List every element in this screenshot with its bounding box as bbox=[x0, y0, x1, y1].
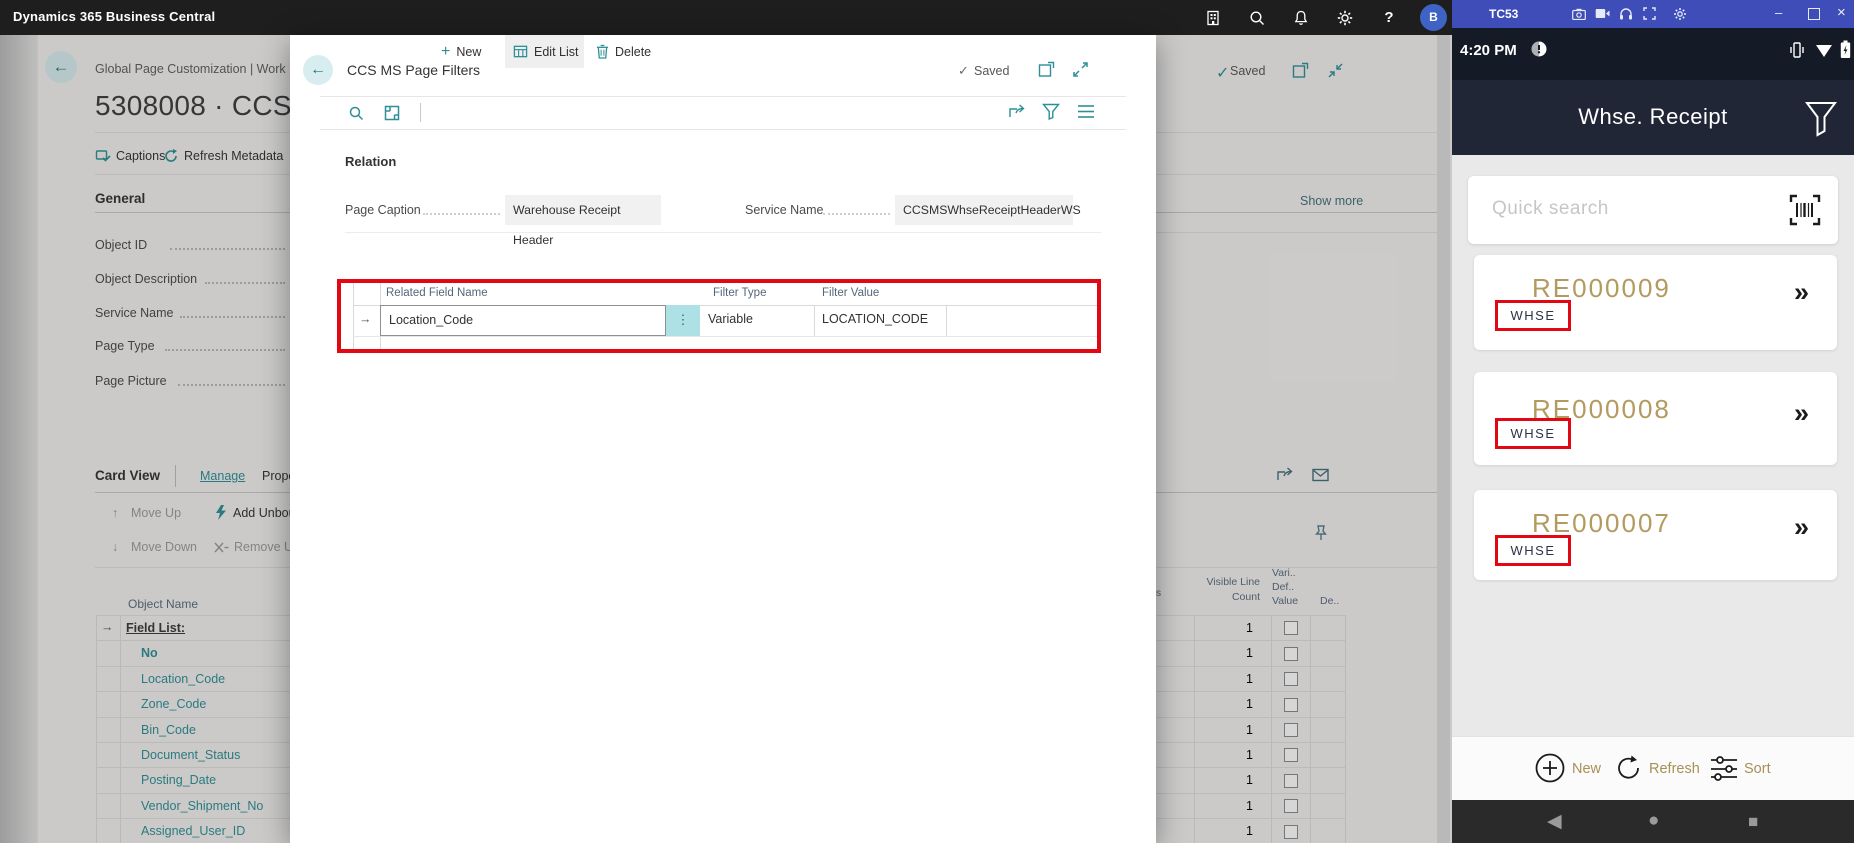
toolbar-analyze-icon[interactable] bbox=[384, 96, 400, 129]
delete-button[interactable]: Delete bbox=[596, 35, 651, 68]
battery-icon bbox=[1840, 40, 1851, 59]
filter-type-cell[interactable]: Variable bbox=[708, 312, 753, 326]
quick-search-box[interactable]: Quick search bbox=[1468, 176, 1838, 244]
modal-back-button[interactable]: ← bbox=[303, 55, 333, 85]
service-name-label: Service Name bbox=[745, 203, 824, 217]
screenshot-camera-icon[interactable] bbox=[1572, 8, 1586, 20]
data-saver-icon bbox=[1530, 40, 1548, 58]
trash-icon bbox=[596, 44, 609, 59]
column-header-related-field-name[interactable]: Related Field Name bbox=[386, 287, 488, 299]
filter-funnel-icon[interactable] bbox=[1042, 103, 1060, 121]
plus-icon: + bbox=[441, 44, 450, 60]
current-row-arrow: → bbox=[359, 312, 372, 326]
device-status-bar: 4:20 PM 6 bbox=[1452, 28, 1854, 80]
search-placeholder: Quick search bbox=[1492, 198, 1609, 220]
expand-icon[interactable] bbox=[1072, 61, 1090, 79]
relation-section-heading[interactable]: Relation bbox=[345, 154, 396, 169]
toolbar-search-icon[interactable] bbox=[348, 96, 364, 129]
saved-indicator: Saved bbox=[974, 64, 1009, 78]
toolbar-share-icon[interactable] bbox=[1008, 104, 1026, 121]
saved-check-icon: ✓ bbox=[958, 63, 969, 79]
vibrate-icon bbox=[1790, 41, 1804, 59]
nav-recents-icon[interactable]: ■ bbox=[1748, 812, 1758, 832]
open-in-window-icon[interactable] bbox=[1038, 61, 1056, 79]
related-field-name-input[interactable]: Location_Code bbox=[380, 305, 666, 336]
edit-list-icon bbox=[513, 44, 528, 59]
location-tag: WHSE bbox=[1511, 543, 1556, 558]
nav-back-icon[interactable]: ◀ bbox=[1547, 810, 1562, 833]
filter-value-cell[interactable]: LOCATION_CODE bbox=[822, 312, 928, 326]
device-settings-gear-icon[interactable] bbox=[1673, 7, 1687, 21]
app-title: Dynamics 365 Business Central bbox=[13, 9, 215, 24]
column-header-filter-value[interactable]: Filter Value bbox=[822, 287, 879, 299]
annotation-red-box-whse: WHSE bbox=[1495, 418, 1571, 449]
sort-sliders-icon[interactable] bbox=[1710, 755, 1738, 781]
app-bottom-toolbar: New Refresh Sort bbox=[1452, 736, 1854, 801]
app-header: Whse. Receipt bbox=[1452, 80, 1854, 155]
help-icon[interactable]: ? bbox=[1380, 9, 1398, 27]
annotation-red-box-whse: WHSE bbox=[1495, 300, 1571, 331]
wifi-icon: 6 bbox=[1814, 41, 1834, 58]
edit-list-button[interactable]: Edit List bbox=[505, 35, 584, 68]
page-caption-label: Page Caption bbox=[345, 203, 421, 217]
page-filters-modal: ← CCS MS Page Filters ✓ Saved + New Edit… bbox=[290, 35, 1156, 843]
device-mirror-window: TC53 – × 4:20 PM bbox=[1452, 0, 1854, 843]
new-circle-plus-icon[interactable] bbox=[1535, 753, 1565, 783]
receipt-card[interactable]: RE000008 WHSE » bbox=[1474, 372, 1837, 465]
device-window-title: TC53 bbox=[1489, 7, 1518, 21]
nav-home-icon[interactable]: ● bbox=[1648, 810, 1659, 832]
page-caption-value[interactable]: Warehouse Receipt Header bbox=[505, 195, 661, 225]
open-chevron-icon[interactable]: » bbox=[1794, 512, 1809, 543]
refresh-button[interactable]: Refresh bbox=[1649, 761, 1700, 777]
device-window-titlebar: TC53 – × bbox=[1452, 0, 1854, 28]
search-icon[interactable] bbox=[1248, 9, 1266, 27]
sort-button[interactable]: Sort bbox=[1744, 761, 1771, 777]
list-options-icon[interactable] bbox=[1077, 103, 1095, 121]
annotation-red-box-whse: WHSE bbox=[1495, 535, 1571, 566]
avatar[interactable]: B bbox=[1420, 4, 1447, 31]
refresh-icon[interactable] bbox=[1615, 754, 1643, 782]
wifi-level: 6 bbox=[1832, 49, 1836, 58]
barcode-scan-icon[interactable] bbox=[1788, 193, 1822, 227]
fullscreen-icon[interactable] bbox=[1643, 7, 1656, 20]
new-button[interactable]: + New bbox=[441, 35, 481, 68]
window-close-icon[interactable]: × bbox=[1837, 4, 1846, 21]
column-header-filter-type[interactable]: Filter Type bbox=[713, 287, 766, 299]
audio-headset-icon[interactable] bbox=[1619, 7, 1633, 20]
open-chevron-icon[interactable]: » bbox=[1794, 277, 1809, 308]
settings-gear-icon[interactable] bbox=[1336, 9, 1354, 27]
receipt-card[interactable]: RE000007 WHSE » bbox=[1474, 490, 1837, 580]
app-filter-funnel-icon[interactable] bbox=[1804, 100, 1838, 138]
environment-icon[interactable] bbox=[1204, 9, 1222, 27]
assist-edit-button[interactable]: ⋮ bbox=[666, 305, 700, 336]
app-header-title: Whse. Receipt bbox=[1452, 104, 1854, 130]
new-button[interactable]: New bbox=[1572, 761, 1601, 777]
screenshot-root: Dynamics 365 Business Central ? B ← Glob… bbox=[0, 0, 1854, 843]
notifications-bell-icon[interactable] bbox=[1292, 9, 1310, 27]
open-chevron-icon[interactable]: » bbox=[1794, 398, 1809, 429]
screen-record-icon[interactable] bbox=[1595, 8, 1610, 19]
window-minimize-icon[interactable]: – bbox=[1775, 5, 1782, 20]
location-tag: WHSE bbox=[1511, 426, 1556, 441]
receipt-card[interactable]: RE000009 WHSE » bbox=[1474, 255, 1837, 350]
android-nav-bar: ◀ ● ■ bbox=[1452, 800, 1854, 843]
status-time: 4:20 PM bbox=[1460, 42, 1517, 59]
bc-top-bar: Dynamics 365 Business Central ? B bbox=[0, 0, 1452, 35]
service-name-value[interactable]: CCSMSWhseReceiptHeaderWS bbox=[895, 195, 1073, 225]
window-maximize-icon[interactable] bbox=[1808, 8, 1820, 20]
location-tag: WHSE bbox=[1511, 308, 1556, 323]
